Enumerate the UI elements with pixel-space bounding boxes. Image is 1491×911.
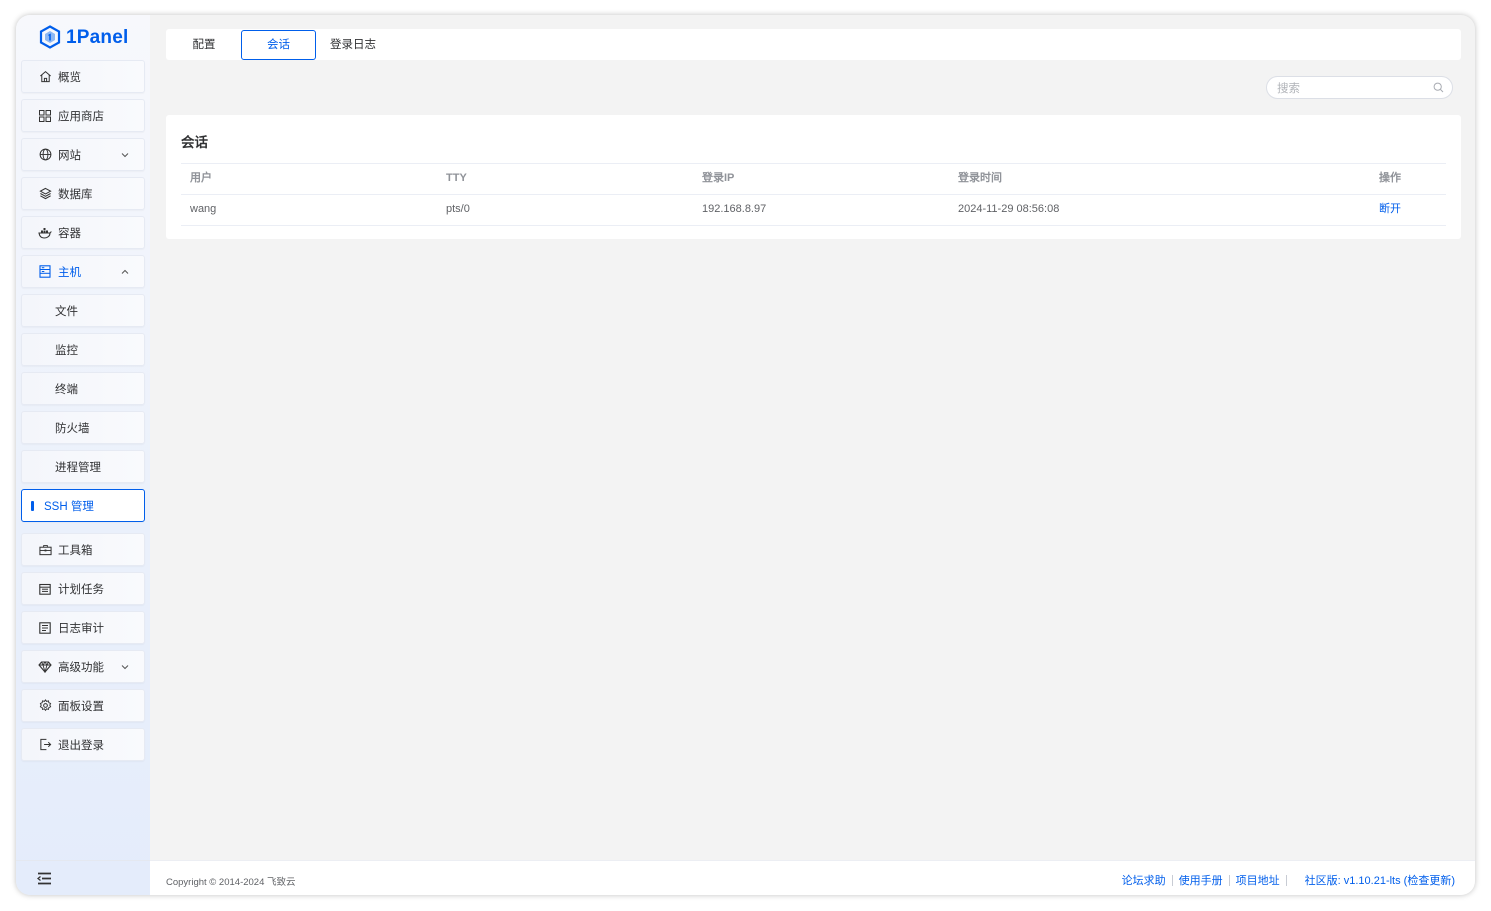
sidebar-item-toolbox[interactable]: 工具箱	[21, 533, 145, 566]
table-header: 用户 TTY 登录IP 登录时间 操作	[181, 163, 1446, 194]
sidebar-item-container[interactable]: 容器	[21, 216, 145, 249]
layers-icon	[38, 187, 52, 201]
server-icon	[38, 265, 52, 279]
forum-link[interactable]: 论坛求助	[1122, 872, 1166, 888]
sidebar-item-host[interactable]: 主机	[21, 255, 145, 288]
search-box	[1266, 76, 1453, 99]
sidebar-item-log-audit[interactable]: 日志审计	[21, 611, 145, 644]
cell-time: 2024-11-29 08:56:08	[958, 203, 1060, 215]
tab-login-log[interactable]: 登录日志	[325, 30, 381, 60]
sidebar-item-app-store[interactable]: 应用商店	[21, 99, 145, 132]
gear-icon	[38, 699, 52, 713]
sidebar: 1Panel 概览 应用商店 网站 数据库 容器 主机 文件 监控 终端 防火墙…	[16, 15, 150, 895]
sidebar-item-ssh[interactable]: SSH 管理	[21, 489, 145, 522]
chevron-down-icon	[120, 661, 130, 671]
app-window: 1Panel 概览 应用商店 网站 数据库 容器 主机 文件 监控 终端 防火墙…	[16, 15, 1475, 895]
sidebar-item-firewall[interactable]: 防火墙	[21, 411, 145, 444]
main-content: 配置 会话 登录日志 会话 用户 TTY 登录IP 登录时间 操作 wa	[150, 15, 1475, 895]
column-header-action: 操作	[1379, 172, 1401, 184]
collapse-menu-icon[interactable]	[36, 872, 52, 888]
home-icon	[38, 70, 52, 84]
card-title: 会话	[181, 135, 208, 150]
toolbox-icon	[38, 543, 52, 557]
tab-bar: 配置 会话 登录日志	[166, 29, 1461, 60]
divider	[1285, 874, 1287, 886]
grid-icon	[38, 109, 52, 123]
cell-tty: pts/0	[446, 203, 470, 215]
sidebar-item-monitor[interactable]: 监控	[21, 333, 145, 366]
column-header-time: 登录时间	[958, 172, 1002, 184]
logout-icon	[38, 738, 52, 752]
disconnect-button[interactable]: 断开	[1379, 195, 1401, 224]
calendar-icon	[38, 582, 52, 596]
sessions-table: 用户 TTY 登录IP 登录时间 操作 wang pts/0 192.168.8…	[181, 163, 1446, 226]
tab-config[interactable]: 配置	[176, 30, 232, 60]
sidebar-item-terminal[interactable]: 终端	[21, 372, 145, 405]
table-row: wang pts/0 192.168.8.97 2024-11-29 08:56…	[181, 194, 1446, 226]
divider	[1171, 874, 1173, 886]
log-icon	[38, 621, 52, 635]
cell-ip: 192.168.8.97	[702, 203, 767, 215]
logo[interactable]: 1Panel	[38, 23, 128, 53]
sidebar-item-cron[interactable]: 计划任务	[21, 572, 145, 605]
logo-text: 1Panel	[66, 27, 129, 48]
sessions-card: 会话 用户 TTY 登录IP 登录时间 操作 wang pts/0 192.16…	[166, 115, 1461, 239]
sidebar-item-advanced[interactable]: 高级功能	[21, 650, 145, 683]
sidebar-item-overview[interactable]: 概览	[21, 60, 145, 93]
globe-icon	[38, 148, 52, 162]
chevron-up-icon	[120, 266, 130, 276]
1panel-logo-icon	[38, 24, 62, 52]
divider	[1228, 874, 1230, 886]
column-header-user: 用户	[190, 172, 212, 184]
active-indicator	[31, 501, 34, 511]
cell-user: wang	[190, 203, 217, 215]
sidebar-item-settings[interactable]: 面板设置	[21, 689, 145, 722]
chevron-down-icon	[120, 149, 130, 159]
diamond-icon	[38, 660, 52, 674]
docker-icon	[38, 226, 52, 240]
sidebar-item-website[interactable]: 网站	[21, 138, 145, 171]
column-header-tty: TTY	[446, 172, 467, 184]
sidebar-item-process[interactable]: 进程管理	[21, 450, 145, 483]
footer: Copyright © 2014-2024 飞致云 论坛求助 使用手册 项目地址…	[150, 860, 1475, 895]
search-input[interactable]	[1275, 80, 1429, 98]
search-icon[interactable]	[1433, 82, 1444, 96]
sidebar-item-files[interactable]: 文件	[21, 294, 145, 327]
copyright-text: Copyright © 2014-2024 飞致云	[166, 877, 296, 888]
column-header-ip: 登录IP	[702, 172, 735, 184]
footer-links: 论坛求助 使用手册 项目地址 社区版: v1.10.21-lts (检查更新)	[1122, 872, 1455, 888]
version-check-link[interactable]: 社区版: v1.10.21-lts (检查更新)	[1305, 872, 1455, 888]
project-link[interactable]: 项目地址	[1236, 872, 1280, 888]
manual-link[interactable]: 使用手册	[1179, 872, 1223, 888]
tab-sessions[interactable]: 会话	[241, 30, 316, 60]
sidebar-footer	[16, 860, 150, 895]
sidebar-item-logout[interactable]: 退出登录	[21, 728, 145, 761]
sidebar-item-database[interactable]: 数据库	[21, 177, 145, 210]
